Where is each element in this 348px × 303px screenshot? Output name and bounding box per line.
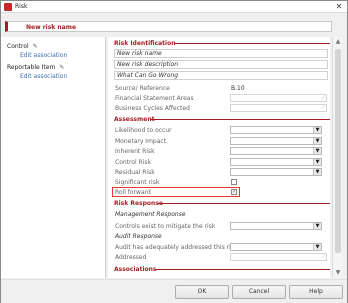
window-title: Risk — [15, 3, 28, 10]
roll-forward-label: Roll forward — [115, 189, 151, 196]
residual-risk-select[interactable]: ▼ — [230, 168, 322, 176]
audit-addressed-label: Audit has adequately addressed this risk — [115, 244, 238, 251]
controls-exist-label: Controls exist to mitigate the risk — [115, 223, 216, 230]
risk-name-bar[interactable]: New risk name — [5, 21, 332, 32]
control-risk-select[interactable]: ▼ — [230, 158, 322, 166]
chevron-down-icon: ▼ — [313, 159, 321, 165]
residual-risk-label: Residual Risk — [115, 169, 155, 176]
title-bar: Risk ✕ — [1, 1, 347, 13]
risk-name: New risk name — [26, 24, 77, 31]
addressed-label: Addressed — [115, 254, 147, 261]
business-cycles-label: Business Cycles Affected — [115, 105, 190, 112]
source-reference-label: Source/ Reference — [115, 85, 170, 92]
audit-response-heading: Audit Response — [115, 233, 162, 240]
chevron-down-icon: ▼ — [313, 138, 321, 144]
associations-heading: Associations — [114, 266, 157, 273]
significant-risk-checkbox[interactable] — [231, 179, 237, 185]
pin-icon: ✎ — [32, 43, 38, 50]
management-response-heading: Management Response — [115, 211, 186, 218]
associations-pane: Control ✎ Edit association Reportable Ite… — [1, 37, 106, 278]
details-pane: Risk Identification New risk name New ri… — [108, 37, 330, 278]
app-icon — [4, 3, 12, 11]
risk-description-field[interactable]: New risk description — [114, 60, 328, 69]
financial-statement-areas-input[interactable]: ⟋ — [230, 94, 327, 102]
chevron-down-icon: ▼ — [313, 148, 321, 154]
significant-risk-label: Significant risk — [115, 179, 160, 186]
resize-grip-icon: ⟋ — [321, 105, 325, 111]
chevron-down-icon: ▼ — [313, 223, 321, 229]
source-reference-value[interactable]: B.10 — [231, 85, 245, 92]
controls-exist-select[interactable]: ▼ — [230, 222, 322, 230]
section-divider — [150, 119, 330, 120]
reportable-item-edit-association-link[interactable]: Edit association — [20, 73, 67, 80]
risk-dialog: Risk ✕ New risk name Control ✎ Edit assoc… — [0, 0, 348, 303]
audit-addressed-select[interactable]: ▼ — [230, 243, 322, 251]
control-edit-association-link[interactable]: Edit association — [20, 52, 67, 59]
addressed-input[interactable]: ⟋ — [230, 253, 327, 261]
control-risk-label: Control Risk — [115, 159, 152, 166]
section-divider — [158, 203, 330, 204]
chevron-down-icon: ▼ — [313, 127, 321, 133]
monetary-impact-label: Monetary Impact — [115, 138, 167, 145]
close-icon[interactable]: ✕ — [334, 2, 344, 11]
what-can-go-wrong-field[interactable]: What Can Go Wrong — [114, 71, 328, 80]
reportable-item-heading: Reportable Item ✎ — [7, 64, 65, 71]
control-heading: Control ✎ — [7, 43, 38, 50]
scroll-down-icon[interactable]: ▼ — [334, 269, 342, 277]
monetary-impact-select[interactable]: ▼ — [230, 137, 322, 145]
likelihood-label: Likelihood to occur — [115, 127, 172, 134]
help-button[interactable]: Help — [289, 285, 343, 299]
scrollbar-thumb[interactable] — [335, 49, 341, 253]
section-divider — [156, 269, 330, 270]
likelihood-select[interactable]: ▼ — [230, 126, 322, 134]
resize-grip-icon: ⟋ — [321, 95, 325, 101]
inherent-risk-label: Inherent Risk — [115, 148, 155, 155]
assessment-heading: Assessment — [114, 116, 155, 123]
scroll-up-icon[interactable]: ▲ — [334, 38, 342, 46]
risk-response-heading: Risk Response — [114, 200, 163, 207]
ok-button[interactable]: OK — [175, 285, 229, 299]
risk-identification-heading: Risk Identification — [114, 40, 176, 47]
financial-statement-areas-label: Financial Statement Areas — [115, 95, 194, 102]
vertical-scrollbar[interactable]: ▲ ▼ — [332, 37, 342, 278]
resize-grip-icon: ⟋ — [321, 254, 325, 260]
section-divider — [175, 43, 330, 44]
business-cycles-input[interactable]: ⟋ — [230, 104, 327, 112]
pin-icon: ✎ — [59, 64, 65, 71]
chevron-down-icon: ▼ — [313, 169, 321, 175]
cancel-button[interactable]: Cancel — [232, 285, 286, 299]
dialog-footer: OK Cancel Help — [1, 279, 347, 303]
risk-name-field[interactable]: New risk name — [114, 49, 328, 58]
roll-forward-checkbox[interactable]: ✓ — [231, 189, 237, 195]
chevron-down-icon: ▼ — [313, 244, 321, 250]
inherent-risk-select[interactable]: ▼ — [230, 147, 322, 155]
